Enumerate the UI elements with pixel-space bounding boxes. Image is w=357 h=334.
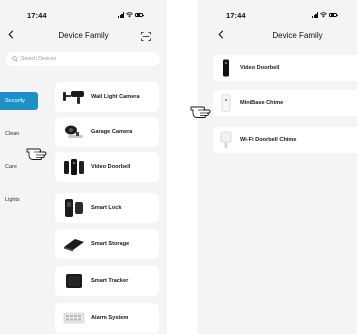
status-time: 17:44 (226, 11, 246, 20)
status-time: 17:44 (27, 11, 47, 20)
device-card-smart-storage[interactable]: Smart Storage (55, 229, 159, 259)
device-card-label: Smart Storage (91, 241, 130, 247)
category-care[interactable]: Care (0, 158, 38, 176)
search-input[interactable]: Search Devices (6, 52, 160, 66)
device-card-label: Video Doorbell (240, 65, 280, 71)
device-card-label: Video Doorbell (91, 164, 131, 170)
device-card-label: Garage Camera (91, 129, 133, 135)
system-icons (118, 12, 145, 18)
status-bar: 17:44 (198, 11, 357, 21)
wifi-doorbell-chime-icon (219, 131, 233, 149)
garage-camera-icon (63, 121, 85, 143)
smart-lock-icon (63, 197, 85, 219)
smart-storage-icon (63, 233, 85, 255)
device-card-wifi-doorbell-chime[interactable]: Wi-Fi Doorbell Chime (213, 127, 357, 153)
search-icon (12, 56, 18, 62)
device-card-minibase-chime[interactable]: MiniBase Chime (213, 90, 357, 116)
device-card-alarm-system[interactable]: Alarm System (55, 303, 159, 333)
video-doorbell-icon (63, 156, 85, 178)
device-card-video-doorbell[interactable]: Video Doorbell (213, 55, 357, 81)
wifi-icon (126, 12, 134, 18)
nav-bar: Device Family (198, 30, 357, 44)
system-icons (312, 12, 339, 18)
device-card-garage-camera[interactable]: Garage Camera (55, 117, 159, 147)
smart-tracker-icon (63, 270, 85, 292)
category-lights[interactable]: Lights (0, 191, 38, 209)
signal-icon (312, 12, 319, 18)
category-clean[interactable]: Clean (0, 125, 38, 143)
device-card-smart-lock[interactable]: Smart Lock (55, 193, 159, 223)
signal-icon (118, 12, 125, 18)
alarm-system-icon (63, 307, 85, 329)
nav-bar: Device Family (0, 30, 167, 44)
minibase-chime-icon (219, 94, 233, 112)
battery-icon (329, 12, 339, 18)
battery-icon (135, 12, 145, 18)
page-title: Device Family (272, 31, 323, 40)
device-family-screen-left: 17:44 Device Family Search Devices Secur… (0, 0, 167, 334)
device-card-label: Wall Light Camera (91, 94, 140, 100)
device-card-smart-tracker[interactable]: Smart Tracker (55, 266, 159, 296)
device-card-label: Alarm System (91, 315, 129, 321)
wifi-icon (320, 12, 328, 18)
search-placeholder: Search Devices (21, 56, 57, 62)
video-doorbell-icon (219, 59, 233, 77)
pointing-hand-icon (26, 148, 47, 160)
scan-icon[interactable] (141, 32, 151, 41)
device-card-video-doorbell[interactable]: Video Doorbell (55, 152, 159, 182)
status-bar: 17:44 (0, 11, 167, 21)
device-card-label: Smart Lock (91, 205, 122, 211)
device-card-label: MiniBase Chime (240, 100, 284, 106)
device-card-wall-light-camera[interactable]: Wall Light Camera (55, 82, 159, 112)
wall-light-camera-icon (63, 86, 85, 108)
device-card-label: Wi-Fi Doorbell Chime (240, 137, 297, 143)
category-security[interactable]: Security (0, 92, 38, 110)
device-card-label: Smart Tracker (91, 278, 129, 284)
device-family-screen-right: 17:44 Device Family Video Doorbell MiniB… (198, 0, 357, 334)
pointing-hand-icon (190, 106, 211, 118)
